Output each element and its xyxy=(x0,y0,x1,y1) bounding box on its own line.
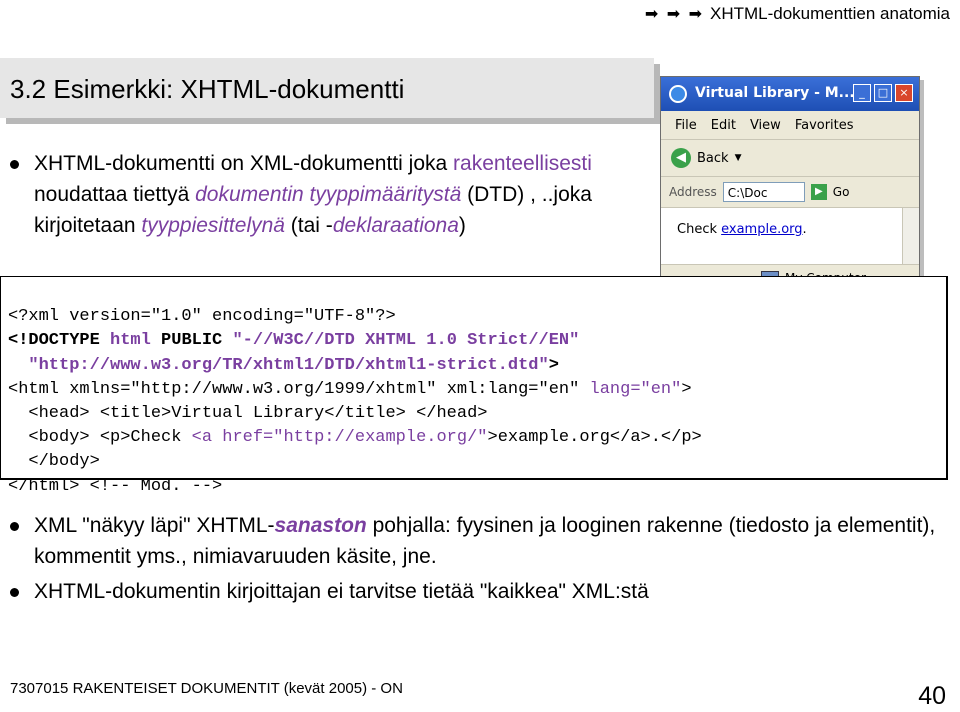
code-text: >example.org</a>.</p> xyxy=(487,428,702,448)
slide-title-bar: 3.2 Esimerkki: XHTML-dokumentti xyxy=(0,58,654,118)
code-text: </html> xyxy=(8,476,90,496)
address-input[interactable]: C:\Doc xyxy=(722,182,805,202)
back-arrow-icon[interactable]: ◀ xyxy=(671,148,691,168)
keyword-rakenteellisesti: rakenteellisesti xyxy=(453,152,592,175)
slide-title: 3.2 Esimerkki: XHTML-dokumentti xyxy=(10,74,405,104)
code-text: <head> <title> xyxy=(8,403,172,423)
code-keyword: <a xyxy=(191,428,223,448)
code-text: xml:lang="en" xyxy=(446,379,590,399)
code-text: Virtual Library xyxy=(171,403,325,423)
header-nav: ➡ ➡ ➡ XHTML-dokumenttien anatomia xyxy=(645,4,950,24)
window-buttons: _ □ × xyxy=(853,84,913,102)
code-text: xmlns="http://www.w3.org/1999/xhtml" xyxy=(69,379,447,399)
code-text: </title> </head> xyxy=(324,403,488,423)
menu-favorites[interactable]: Favorites xyxy=(795,118,854,133)
code-keyword: "http://www.w3.org/TR/xhtml1/DTD/xhtml1-… xyxy=(8,355,549,375)
content-end: . xyxy=(802,222,807,237)
code-keyword: href="http://example.org/" xyxy=(222,428,488,448)
code-text: > xyxy=(681,379,692,399)
dropdown-icon[interactable]: ▼ xyxy=(735,153,742,163)
bullet-xml-visible: XML "näkyy läpi" XHTML-sanaston pohjalla… xyxy=(8,510,948,572)
text-segment: XML "näkyy läpi" XHTML- xyxy=(34,514,275,537)
code-comment: <!-- Mod. --> xyxy=(89,476,223,496)
summary-bullets: XML "näkyy läpi" XHTML-sanaston pohjalla… xyxy=(8,510,948,617)
maximize-icon[interactable]: □ xyxy=(874,84,892,102)
text-segment: noudattaa tiettyä xyxy=(34,183,196,206)
back-button[interactable]: Back xyxy=(697,151,729,166)
header-title: XHTML-dokumenttien anatomia xyxy=(709,4,950,23)
keyword-tyyppiesittely: tyyppiesittelynä xyxy=(141,214,285,237)
code-text: <?xml version="1.0" encoding="UTF-8"?> xyxy=(8,307,396,327)
text-segment: (tai - xyxy=(284,214,333,237)
code-line-5: <head> <title>Virtual Library</title> </… xyxy=(8,402,946,426)
scrollbar[interactable] xyxy=(902,208,919,264)
code-text: PUBLIC xyxy=(150,331,233,351)
keyword-sanasto: sanaston xyxy=(274,514,367,537)
browser-toolbar: ◀ Back ▼ xyxy=(661,140,919,177)
code-text: </body> xyxy=(8,452,100,472)
code-line-8: </html> <!-- Mod. --> xyxy=(8,475,946,499)
code-text: <html xyxy=(8,379,70,399)
keyword-deklaraatio: deklaraationa xyxy=(332,214,459,237)
bullet-xhtml-definition: XHTML-dokumentti on XML-dokumentti joka … xyxy=(8,148,658,241)
text-segment: XHTML-dokumentin kirjoittajan ei tarvits… xyxy=(34,580,649,603)
browser-content: Check example.org. xyxy=(661,208,919,264)
content-text: Check xyxy=(677,222,722,237)
text-segment: XHTML-dokumentti on XML-dokumentti joka xyxy=(34,152,454,175)
text-segment: ) xyxy=(458,214,466,237)
browser-menu-bar: File Edit View Favorites xyxy=(661,111,919,140)
code-text: <body> <p> xyxy=(8,428,131,448)
browser-screenshot: Virtual Library - M... _ □ × File Edit V… xyxy=(660,76,920,290)
code-line-4: <html xmlns="http://www.w3.org/1999/xhtm… xyxy=(8,378,946,402)
go-arrow-icon[interactable]: ▶ xyxy=(810,184,827,200)
page-number: 40 xyxy=(918,682,946,710)
go-button[interactable]: Go xyxy=(833,185,850,199)
code-keyword: html xyxy=(110,331,151,351)
menu-edit[interactable]: Edit xyxy=(711,118,736,133)
ie-icon xyxy=(669,85,687,103)
code-example: <?xml version="1.0" encoding="UTF-8"?> <!… xyxy=(0,276,948,496)
menu-file[interactable]: File xyxy=(675,118,697,133)
keyword-dtd: dokumentin tyyppimääritystä xyxy=(195,183,462,206)
close-icon[interactable]: × xyxy=(895,84,913,102)
code-line-6: <body> <p>Check <a href="http://example.… xyxy=(8,426,946,450)
address-label: Address xyxy=(669,185,717,199)
browser-title-bar: Virtual Library - M... _ □ × xyxy=(661,77,919,111)
code-line-7: </body> xyxy=(8,450,946,474)
code-text: > xyxy=(548,355,559,375)
code-line-3: "http://www.w3.org/TR/xhtml1/DTD/xhtml1-… xyxy=(8,354,946,378)
code-text: <!DOCTYPE xyxy=(8,331,111,351)
code-keyword: "-//W3C//DTD XHTML 1.0 Strict//EN" xyxy=(232,331,580,351)
code-line-2: <!DOCTYPE html PUBLIC "-//W3C//DTD XHTML… xyxy=(8,329,946,353)
code-keyword: lang="en" xyxy=(589,379,682,399)
content-link[interactable]: example.org xyxy=(721,222,802,237)
minimize-icon[interactable]: _ xyxy=(853,84,871,102)
code-line-1: <?xml version="1.0" encoding="UTF-8"?> xyxy=(8,305,946,329)
code-text: Check xyxy=(130,428,192,448)
intro-bullets: XHTML-dokumentti on XML-dokumentti joka … xyxy=(8,148,658,241)
nav-arrows-icon[interactable]: ➡ ➡ ➡ xyxy=(645,6,704,23)
browser-title: Virtual Library - M... xyxy=(695,85,855,101)
browser-address-bar: Address C:\Doc ▶ Go xyxy=(661,177,919,208)
menu-view[interactable]: View xyxy=(750,118,781,133)
bullet-author-knowledge: XHTML-dokumentin kirjoittajan ei tarvits… xyxy=(8,576,948,607)
footer-course: 7307015 RAKENTEISET DOKUMENTIT (kevät 20… xyxy=(10,680,403,697)
